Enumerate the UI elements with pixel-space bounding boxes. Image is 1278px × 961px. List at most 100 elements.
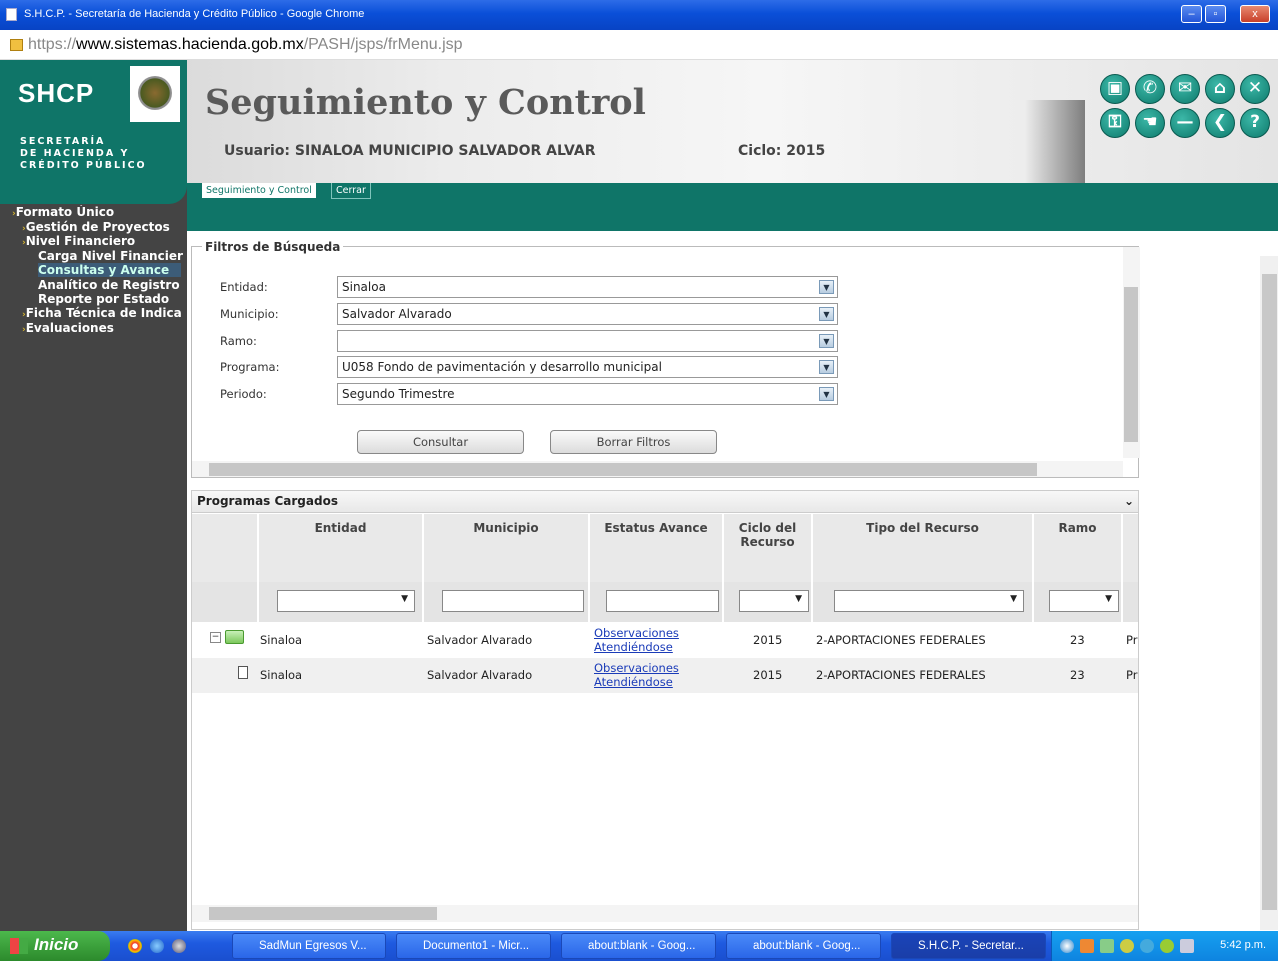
- chevron-down-icon[interactable]: ▼: [819, 387, 834, 401]
- municipio-filter-input[interactable]: [442, 590, 584, 612]
- filter-cell-ciclo: ▼: [724, 582, 812, 622]
- tab-cerrar[interactable]: Cerrar: [331, 183, 371, 199]
- user-name: Usuario: SINALOA MUNICIPIO SALVADOR ALVA…: [224, 143, 596, 159]
- collapse-icon[interactable]: −: [210, 632, 221, 643]
- browser-window: S.H.C.P. - Secretaría de Hacienda y Créd…: [0, 0, 1278, 961]
- taskbar-item-documento1[interactable]: Documento1 - Micr...: [396, 933, 551, 959]
- mail-icon[interactable]: ✉: [1170, 74, 1200, 104]
- estatus-link[interactable]: Observaciones Atendiéndose: [594, 661, 679, 689]
- ramo-filter-select[interactable]: ▼: [1049, 590, 1119, 612]
- tray-network-icon[interactable]: [1100, 939, 1114, 953]
- ramo-label: Ramo:: [220, 334, 257, 348]
- printer-icon[interactable]: ▣: [1100, 74, 1130, 104]
- filter-cell-extra: [1123, 582, 1138, 622]
- minus-icon[interactable]: —: [1170, 108, 1200, 138]
- chevron-down-icon[interactable]: ▼: [819, 280, 834, 294]
- nav-evaluaciones[interactable]: ›Evaluaciones: [22, 321, 192, 335]
- filters-horizontal-scroll-thumb[interactable]: [209, 463, 1037, 476]
- programas-header[interactable]: Programas Cargados ⌄: [192, 491, 1138, 513]
- chevron-down-icon: ▼: [401, 594, 408, 604]
- table-row[interactable]: − Sinaloa Salvador Alvarado Observacione…: [192, 623, 1138, 658]
- internet-explorer-icon[interactable]: [150, 939, 164, 953]
- row-ciclo: 2015: [753, 633, 783, 647]
- grid-header-entidad[interactable]: Entidad: [259, 514, 423, 582]
- nav-analitico-registro[interactable]: Analítico de Registro: [38, 278, 183, 292]
- chevron-down-icon[interactable]: ⌄: [1124, 494, 1134, 508]
- table-row[interactable]: Sinaloa Salvador Alvarado Observaciones A…: [192, 658, 1138, 693]
- lock-icon[interactable]: ⚿: [1100, 108, 1130, 138]
- nav-carga-nivel-financiero[interactable]: Carga Nivel Financiero: [38, 249, 183, 263]
- nav-reporte-estado[interactable]: Reporte por Estado: [38, 292, 183, 306]
- grid-header-tree: [192, 514, 258, 582]
- grid-horizontal-scroll-thumb[interactable]: [209, 907, 437, 920]
- close-icon[interactable]: ✕: [1240, 74, 1270, 104]
- home-icon[interactable]: ⌂: [1205, 74, 1235, 104]
- chevron-down-icon: ▼: [1010, 594, 1017, 604]
- tray-arrow-icon[interactable]: [1060, 939, 1074, 953]
- estatus-link[interactable]: Observaciones Atendiéndose: [594, 626, 679, 654]
- address-bar[interactable]: https://www.sistemas.hacienda.gob.mx/PAS…: [0, 30, 1278, 60]
- clock: 5:42 p.m.: [1220, 939, 1266, 951]
- taskbar-item-about-blank-1[interactable]: about:blank - Goog...: [561, 933, 716, 959]
- windows-logo-icon: [10, 938, 28, 954]
- ramo-select[interactable]: ▼: [337, 330, 838, 352]
- filters-vertical-scroll-thumb[interactable]: [1124, 287, 1138, 442]
- page-scroll-thumb[interactable]: [1262, 274, 1277, 910]
- grid-header-estatus[interactable]: Estatus Avance: [590, 514, 723, 582]
- chrome-icon[interactable]: [128, 939, 142, 953]
- programa-select[interactable]: U058 Fondo de pavimentación y desarrollo…: [337, 356, 838, 378]
- grid-header-municipio[interactable]: Municipio: [424, 514, 589, 582]
- page-vertical-scrollbar[interactable]: [1260, 256, 1278, 930]
- ciclo-filter-select[interactable]: ▼: [739, 590, 809, 612]
- tray-messenger-icon[interactable]: [1120, 939, 1134, 953]
- tray-printer-icon[interactable]: [1180, 939, 1194, 953]
- sidebar-decoration: [0, 186, 187, 204]
- chevron-down-icon[interactable]: ▼: [819, 307, 834, 321]
- system-tray: 5:42 p.m.: [1051, 931, 1278, 961]
- filters-panel: Filtros de Búsqueda Entidad: Sinaloa ▼ Mu…: [191, 240, 1140, 478]
- row-ciclo: 2015: [753, 668, 783, 682]
- chevron-down-icon[interactable]: ▼: [819, 360, 834, 374]
- back-icon[interactable]: ❮: [1205, 108, 1235, 138]
- hand-pointer-icon[interactable]: ☚: [1135, 108, 1165, 138]
- row-municipio: Salvador Alvarado: [427, 633, 533, 647]
- grid-header-tipo[interactable]: Tipo del Recurso: [813, 514, 1033, 582]
- taskbar-item-sadmun[interactable]: SadMun Egresos V...: [232, 933, 386, 959]
- estatus-filter-input[interactable]: [606, 590, 719, 612]
- tipo-filter-select[interactable]: ▼: [834, 590, 1024, 612]
- phone-icon[interactable]: ✆: [1135, 74, 1165, 104]
- consultar-button[interactable]: Consultar: [357, 430, 524, 454]
- entidad-label: Entidad:: [220, 280, 268, 294]
- mexico-seal-icon: [130, 66, 180, 122]
- nav-gestion-proyectos[interactable]: ›Gestión de Proyectos: [22, 220, 192, 234]
- row-entidad: Sinaloa: [260, 668, 303, 682]
- tab-seguimiento[interactable]: Seguimiento y Control: [201, 183, 317, 199]
- desktop-icon[interactable]: [172, 939, 186, 953]
- taskbar-item-about-blank-2[interactable]: about:blank - Goog...: [726, 933, 881, 959]
- taskbar-item-shcp[interactable]: S.H.C.P. - Secretar...: [891, 933, 1046, 959]
- grid-header-ciclo[interactable]: Ciclo del Recurso: [724, 514, 812, 582]
- url-text[interactable]: https://www.sistemas.hacienda.gob.mx/PAS…: [28, 36, 463, 54]
- municipio-select[interactable]: Salvador Alvarado ▼: [337, 303, 838, 325]
- periodo-select[interactable]: Segundo Trimestre ▼: [337, 383, 838, 405]
- row-ramo: 23: [1070, 633, 1085, 647]
- row-ramo: 23: [1070, 668, 1085, 682]
- help-icon[interactable]: ?: [1240, 108, 1270, 138]
- minimize-button[interactable]: –: [1181, 5, 1202, 23]
- close-window-button[interactable]: x: [1240, 5, 1270, 23]
- chevron-down-icon[interactable]: ▼: [819, 334, 834, 348]
- nav-ficha-tecnica[interactable]: ›Ficha Técnica de Indicadores: [22, 306, 182, 320]
- entidad-filter-select[interactable]: ▼: [277, 590, 415, 612]
- borrar-filtros-button[interactable]: Borrar Filtros: [550, 430, 717, 454]
- tray-update-icon[interactable]: [1140, 939, 1154, 953]
- nav-formato-unico[interactable]: ›Formato Único: [12, 205, 182, 219]
- nav-consultas-avance[interactable]: Consultas y Avance: [38, 263, 181, 277]
- entidad-select[interactable]: Sinaloa ▼: [337, 276, 838, 298]
- maximize-button[interactable]: ▫: [1205, 5, 1226, 23]
- tray-app-icon[interactable]: [1080, 939, 1094, 953]
- app-header: SHCP SECRETARÍA DE HACIENDA Y CRÉDITO PÚ…: [0, 60, 1278, 186]
- nav-nivel-financiero[interactable]: ›Nivel Financiero: [22, 234, 192, 248]
- grid-header-ramo[interactable]: Ramo: [1034, 514, 1122, 582]
- tray-w-icon[interactable]: [1160, 939, 1174, 953]
- start-button[interactable]: Inicio: [0, 931, 110, 961]
